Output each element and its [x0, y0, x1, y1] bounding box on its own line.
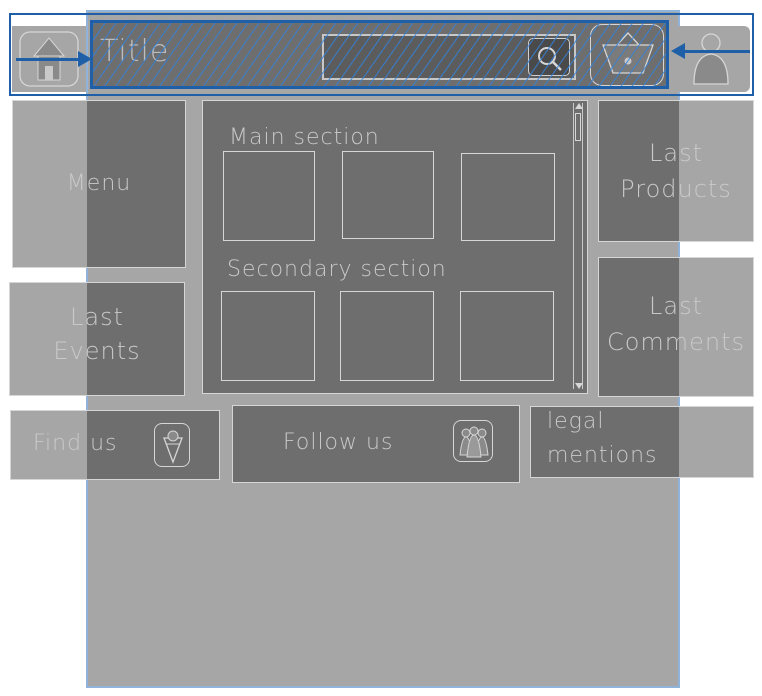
- main-tile[interactable]: [342, 151, 434, 239]
- main-tile[interactable]: [461, 153, 555, 241]
- scroll-up-icon[interactable]: [575, 103, 583, 109]
- find-us-panel[interactable]: Find us: [10, 410, 220, 480]
- last-events-label-line1: Last: [70, 303, 124, 331]
- map-pin-icon: [154, 423, 190, 467]
- scroll-down-icon[interactable]: [575, 383, 583, 389]
- last-products-label-line2: Products: [620, 175, 732, 203]
- legal-mentions-label-line1: legal: [547, 409, 605, 434]
- scroll-thumb[interactable]: [575, 113, 581, 141]
- follow-us-panel[interactable]: Follow us: [232, 405, 520, 483]
- main-tile[interactable]: [223, 151, 315, 241]
- main-section-heading: Main section: [229, 125, 380, 150]
- arrow-head-left-icon: [671, 43, 685, 59]
- menu-panel[interactable]: Menu: [12, 100, 186, 268]
- arrow-head-right-icon: [78, 51, 92, 67]
- annotation-header-outline: [9, 13, 754, 96]
- secondary-section-heading: Secondary section: [227, 257, 447, 282]
- secondary-tile[interactable]: [221, 291, 315, 381]
- last-comments-panel[interactable]: Last Comments: [598, 257, 754, 397]
- people-icon: [453, 420, 493, 462]
- last-products-label-line1: Last: [649, 139, 703, 167]
- legal-mentions-panel[interactable]: legal mentions: [530, 406, 754, 478]
- last-comments-label-line1: Last: [649, 292, 703, 320]
- main-content-panel: Main section Secondary section: [202, 100, 588, 394]
- annotation-arrow-left: [16, 58, 82, 61]
- legal-mentions-label-line2: mentions: [547, 443, 658, 468]
- secondary-tile[interactable]: [460, 291, 554, 381]
- follow-us-label: Follow us: [283, 430, 394, 455]
- annotation-arrow-right: [684, 50, 750, 53]
- last-events-label-line2: Events: [53, 337, 141, 365]
- scrollbar[interactable]: [573, 103, 583, 389]
- menu-label: Menu: [66, 171, 132, 196]
- last-comments-label-line2: Comments: [606, 328, 746, 356]
- last-products-panel[interactable]: Last Products: [598, 100, 754, 242]
- secondary-tile[interactable]: [340, 291, 434, 381]
- find-us-label: Find us: [33, 431, 118, 456]
- last-events-panel[interactable]: Last Events: [9, 282, 185, 396]
